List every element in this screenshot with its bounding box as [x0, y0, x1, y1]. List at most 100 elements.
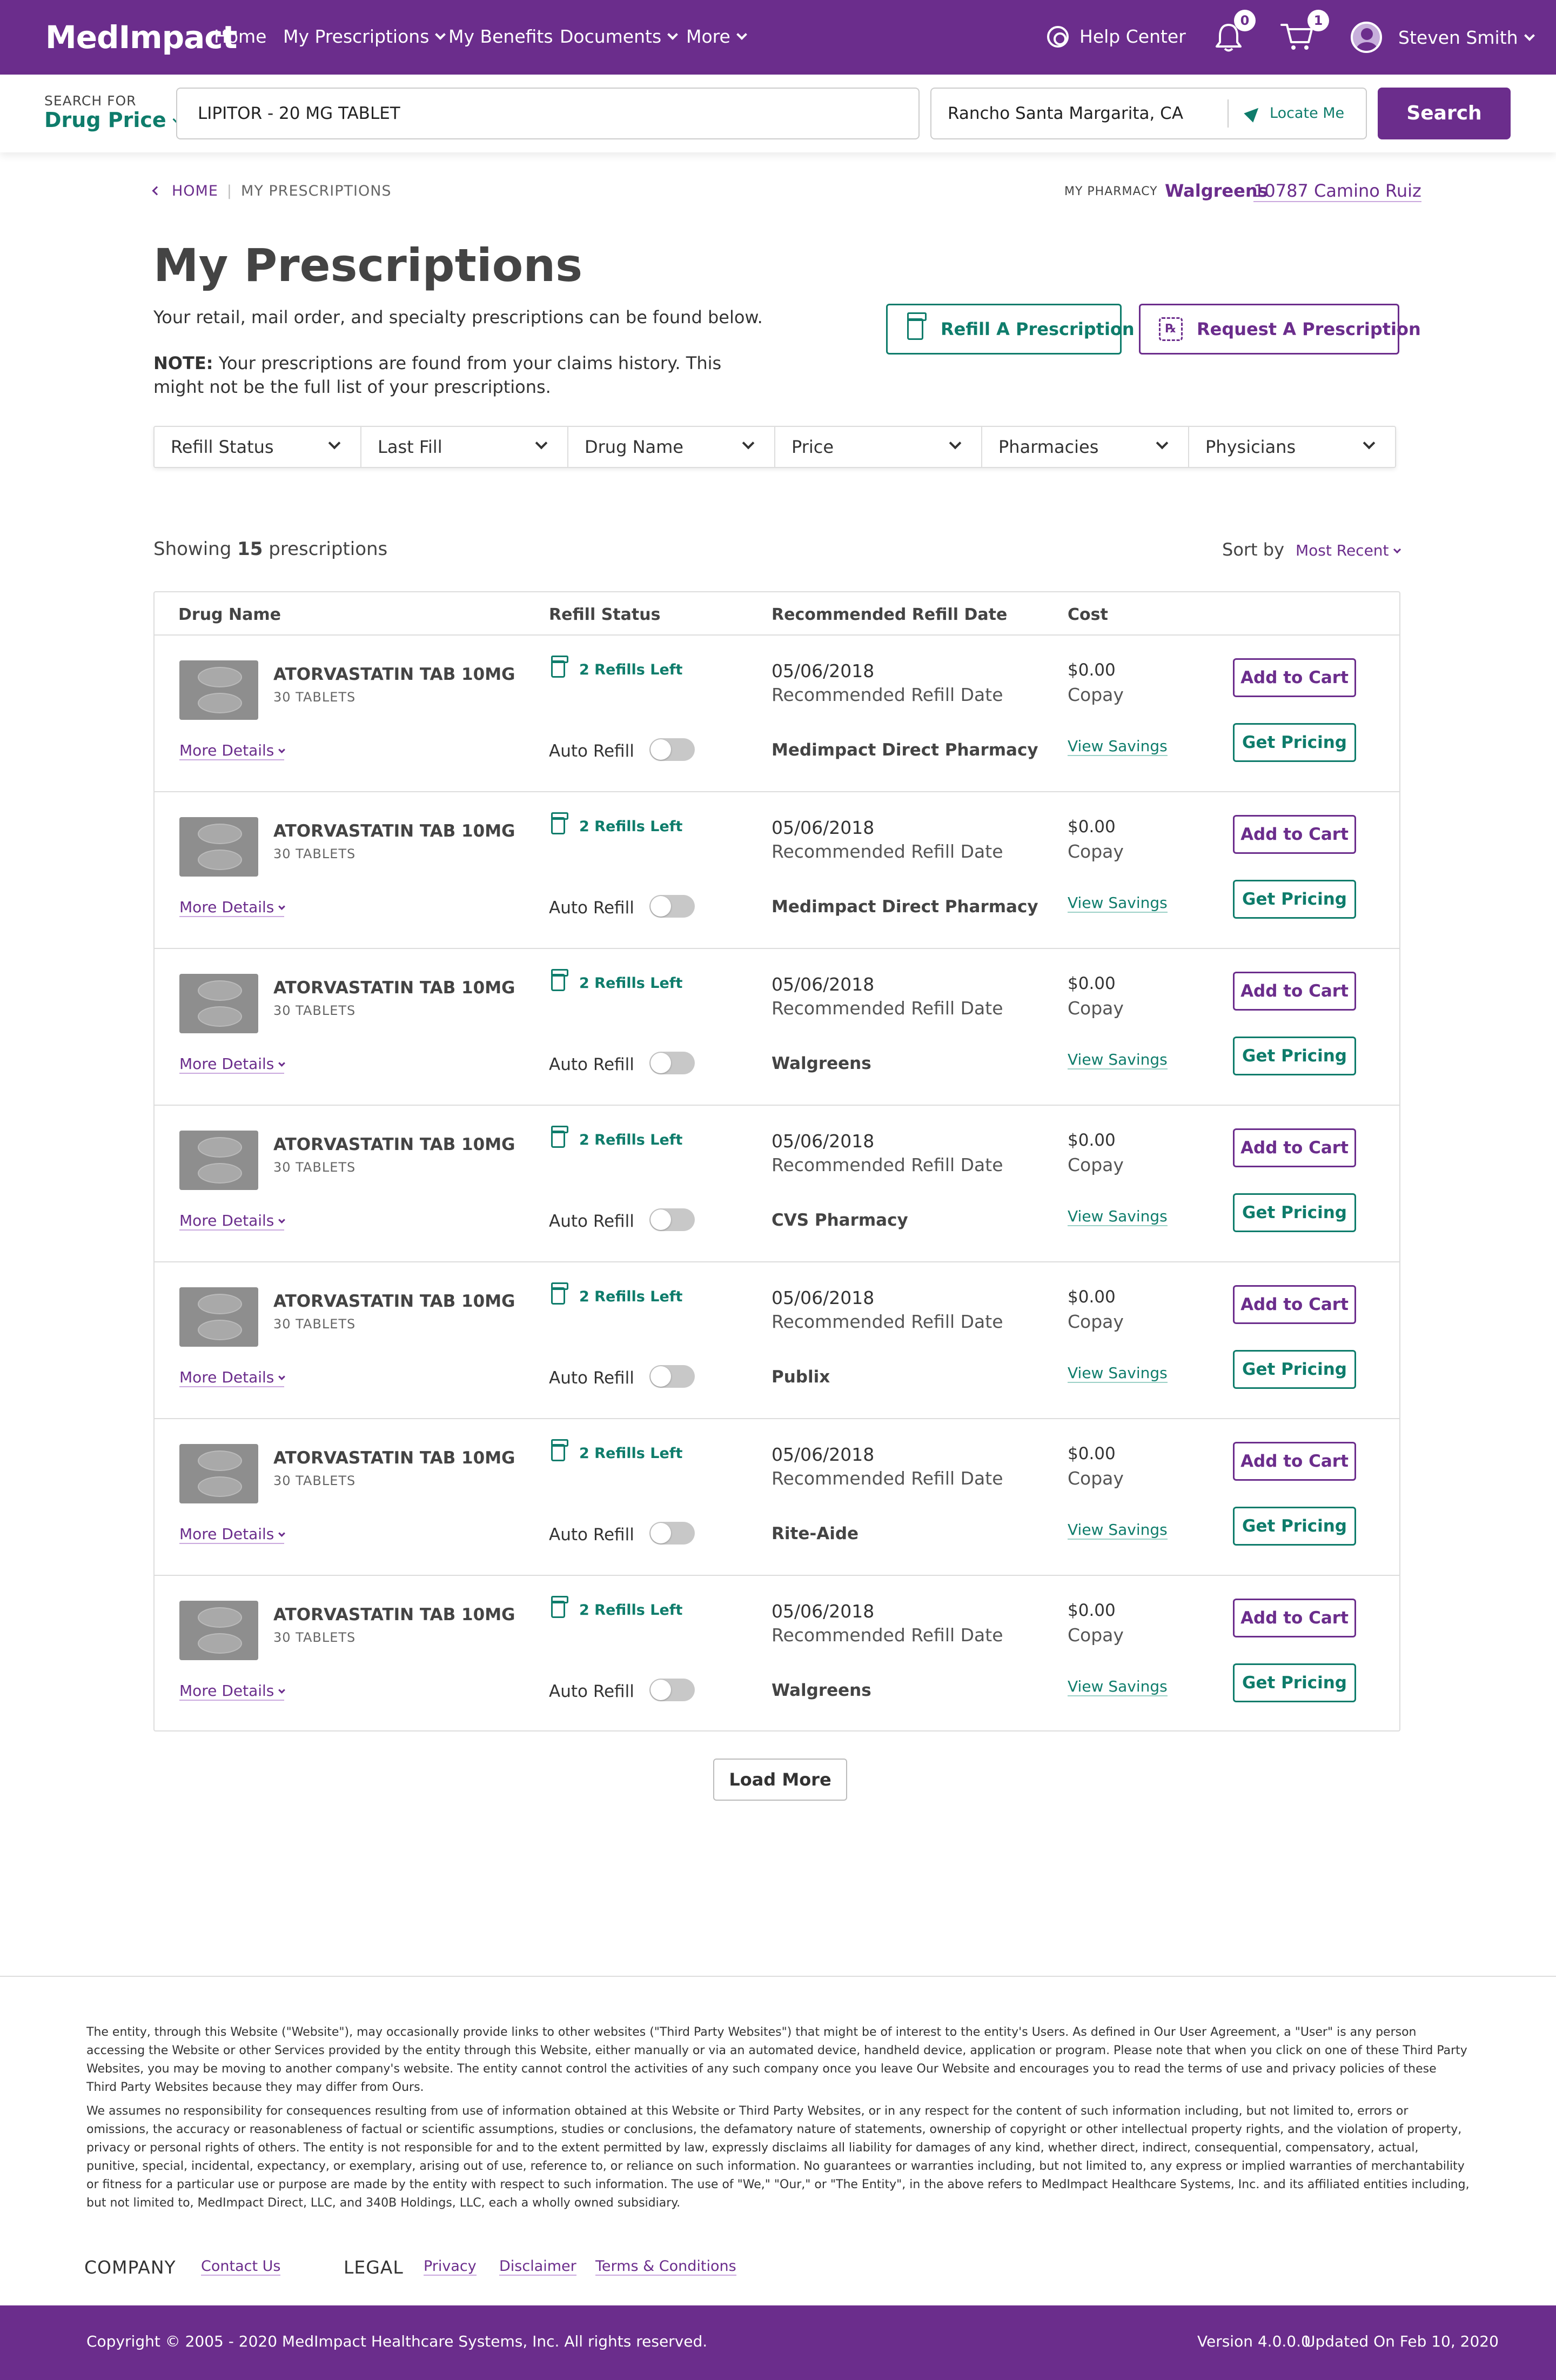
- filter-last-fill[interactable]: Last Fill: [361, 427, 568, 467]
- view-savings-link[interactable]: View Savings: [1068, 894, 1168, 913]
- sort-dropdown[interactable]: Most Recent: [1296, 541, 1401, 559]
- auto-refill-toggle[interactable]: [649, 738, 695, 761]
- add-to-cart-button[interactable]: Add to Cart: [1233, 1599, 1356, 1637]
- breadcrumb: HOME | MY PRESCRIPTIONS: [152, 183, 392, 199]
- cart-icon[interactable]: [1280, 23, 1314, 52]
- auto-refill-toggle[interactable]: [649, 1052, 695, 1074]
- footer-privacy-link[interactable]: Privacy: [424, 2258, 477, 2276]
- filter-label: Refill Status: [171, 437, 274, 457]
- auto-refill-label: Auto Refill: [549, 1682, 634, 1701]
- column-header-refill-date: Recommended Refill Date: [772, 605, 1008, 624]
- auto-refill-toggle[interactable]: [649, 1208, 695, 1231]
- add-to-cart-button[interactable]: Add to Cart: [1233, 815, 1356, 854]
- refill-date: 05/06/2018: [772, 1287, 875, 1308]
- version: Version 4.0.0.0: [1197, 2332, 1311, 2350]
- avatar[interactable]: [1351, 22, 1382, 53]
- refill-date: 05/06/2018: [772, 1444, 875, 1465]
- filter-refill-status[interactable]: Refill Status: [155, 427, 361, 467]
- add-to-cart-button[interactable]: Add to Cart: [1233, 1285, 1356, 1324]
- nav-documents[interactable]: Documents: [560, 25, 679, 49]
- add-to-cart-button[interactable]: Add to Cart: [1233, 972, 1356, 1011]
- more-details-link[interactable]: More Details: [179, 1212, 286, 1231]
- more-details-link[interactable]: More Details: [179, 1682, 286, 1701]
- add-to-cart-button[interactable]: Add to Cart: [1233, 1128, 1356, 1167]
- get-pricing-button[interactable]: Get Pricing: [1233, 723, 1356, 762]
- location-input[interactable]: [948, 90, 1218, 137]
- drug-image: [179, 1131, 258, 1190]
- refill-date: 05/06/2018: [772, 817, 875, 838]
- get-pricing-button[interactable]: Get Pricing: [1233, 1037, 1356, 1075]
- refills-left: 2 Refills Left: [549, 1439, 683, 1465]
- drug-image: [179, 1601, 258, 1660]
- view-savings-link[interactable]: View Savings: [1068, 1677, 1168, 1696]
- auto-refill-toggle[interactable]: [649, 895, 695, 918]
- footer-contact-link[interactable]: Contact Us: [201, 2258, 281, 2276]
- auto-refill-toggle[interactable]: [649, 1522, 695, 1545]
- nav-my-benefits[interactable]: My Benefits: [448, 25, 553, 49]
- pill-bottle-icon: [551, 812, 568, 834]
- nav-more-label: More: [686, 26, 730, 47]
- help-center-link[interactable]: Help Center: [1079, 25, 1186, 49]
- nav-documents-label: Documents: [560, 26, 662, 47]
- get-pricing-button[interactable]: Get Pricing: [1233, 1663, 1356, 1702]
- drug-quantity: 30 TABLETS: [273, 1630, 356, 1645]
- more-details-link[interactable]: More Details: [179, 1055, 286, 1074]
- drug-search-input[interactable]: [176, 88, 920, 139]
- add-to-cart-button[interactable]: Add to Cart: [1233, 1442, 1356, 1481]
- more-details-link[interactable]: More Details: [179, 1525, 286, 1544]
- user-menu[interactable]: Steven Smith: [1398, 26, 1535, 50]
- view-savings-link[interactable]: View Savings: [1068, 1207, 1168, 1226]
- footer-terms-link[interactable]: Terms & Conditions: [595, 2258, 736, 2276]
- request-prescription-button[interactable]: ℞ Request A Prescription: [1139, 304, 1421, 355]
- view-savings-link[interactable]: View Savings: [1068, 1051, 1168, 1069]
- get-pricing-button[interactable]: Get Pricing: [1233, 1350, 1356, 1389]
- nav-my-prescriptions[interactable]: My Prescriptions: [283, 25, 446, 49]
- view-savings-link[interactable]: View Savings: [1068, 1364, 1168, 1383]
- search-button[interactable]: Search: [1378, 88, 1511, 139]
- footer-legal-heading: LEGAL: [344, 2257, 404, 2278]
- refill-prescription-button[interactable]: Refill A Prescription: [886, 304, 1135, 355]
- sort-label: Sort by: [1222, 539, 1285, 560]
- chevron-down-icon: [278, 1216, 286, 1224]
- refills-left-label: 2 Refills Left: [579, 1602, 683, 1619]
- divider: [1228, 99, 1229, 128]
- locate-me-button[interactable]: Locate Me: [1244, 103, 1344, 123]
- copay-label: Copay: [1068, 998, 1124, 1019]
- auto-refill-toggle[interactable]: [649, 1365, 695, 1388]
- auto-refill-toggle[interactable]: [649, 1679, 695, 1701]
- get-pricing-button[interactable]: Get Pricing: [1233, 1193, 1356, 1232]
- more-details-link[interactable]: More Details: [179, 741, 286, 760]
- filter-label: Price: [792, 437, 834, 457]
- more-details-link[interactable]: More Details: [179, 898, 286, 917]
- refill-date-label: Recommended Refill Date: [772, 998, 1003, 1019]
- get-pricing-button[interactable]: Get Pricing: [1233, 1507, 1356, 1546]
- get-pricing-button[interactable]: Get Pricing: [1233, 880, 1356, 919]
- drug-image: [179, 817, 258, 877]
- view-savings-link[interactable]: View Savings: [1068, 737, 1168, 756]
- more-details-link[interactable]: More Details: [179, 1368, 286, 1387]
- nav-more[interactable]: More: [686, 25, 747, 49]
- add-to-cart-button[interactable]: Add to Cart: [1233, 658, 1356, 697]
- logo[interactable]: MedImpact: [45, 18, 237, 56]
- filter-physicians[interactable]: Physicians: [1189, 427, 1395, 467]
- filter-pharmacies[interactable]: Pharmacies: [982, 427, 1189, 467]
- search-type-dropdown[interactable]: Drug Price: [44, 108, 182, 132]
- nav-home[interactable]: Home: [214, 25, 266, 49]
- row-pharmacy: Publix: [772, 1367, 830, 1387]
- my-pharmacy-address[interactable]: 10787 Camino Ruiz: [1253, 180, 1421, 202]
- view-savings-link[interactable]: View Savings: [1068, 1521, 1168, 1540]
- load-more-button[interactable]: Load More: [713, 1759, 847, 1801]
- refills-left-label: 2 Refills Left: [579, 1445, 683, 1462]
- footer-company-heading: COMPANY: [84, 2257, 176, 2278]
- table-row: ATORVASTATIN TAB 10MG 30 TABLETS More De…: [155, 791, 1399, 948]
- filter-drug-name[interactable]: Drug Name: [568, 427, 775, 467]
- note-label: NOTE:: [153, 353, 213, 373]
- drug-image: [179, 660, 258, 720]
- refill-date: 05/06/2018: [772, 1131, 875, 1152]
- column-header-refill-status: Refill Status: [549, 605, 661, 624]
- my-pharmacy-name[interactable]: Walgreens: [1165, 180, 1268, 201]
- drug-image: [179, 1287, 258, 1347]
- footer-disclaimer-link[interactable]: Disclaimer: [499, 2258, 576, 2276]
- breadcrumb-home[interactable]: HOME: [172, 183, 218, 199]
- filter-price[interactable]: Price: [775, 427, 982, 467]
